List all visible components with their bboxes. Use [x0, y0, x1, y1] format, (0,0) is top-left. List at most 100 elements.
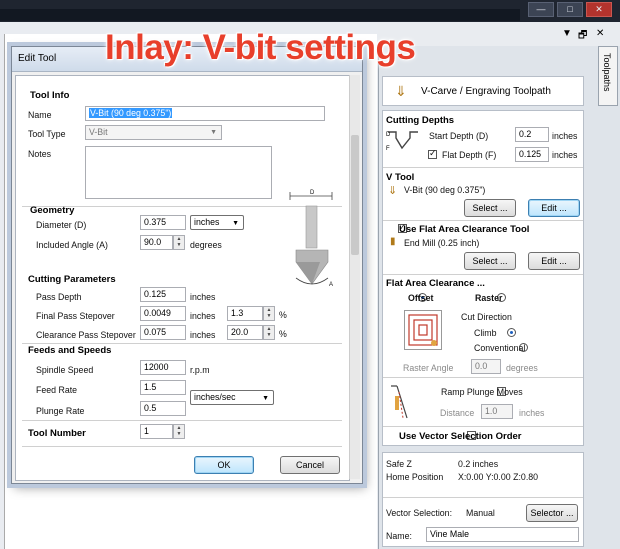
- close-icon[interactable]: ✕: [586, 2, 612, 17]
- notes-textarea[interactable]: [85, 146, 272, 199]
- conventional-label: Conventional: [474, 343, 526, 353]
- notes-label: Notes: [28, 149, 51, 159]
- diagram-d-label: D: [310, 190, 315, 196]
- angle-units: degrees: [190, 240, 222, 250]
- dialog-title: Edit Tool: [18, 53, 57, 64]
- dialog-body: Tool Info Name V-Bit (90 deg 0.375") Too…: [15, 75, 350, 481]
- safe-z-label: Safe Z: [386, 459, 412, 469]
- angle-spinner[interactable]: ▲ ▼: [173, 235, 185, 250]
- svg-text:F: F: [386, 146, 390, 152]
- ramp-distance-input[interactable]: 1.0: [481, 404, 513, 419]
- final-pass-stepover-input[interactable]: 0.0049: [140, 306, 186, 321]
- depth-diagram-icon: D F: [386, 131, 418, 152]
- chevron-down-icon: ▼: [232, 220, 239, 227]
- spindle-speed-input[interactable]: 12000: [140, 360, 186, 375]
- tool-name-value: V-Bit (90 deg 0.375"): [89, 108, 173, 118]
- final-pass-percent-input[interactable]: 1.3: [227, 306, 263, 321]
- diagram-a-label: A: [329, 282, 334, 288]
- pass-depth-input[interactable]: 0.125: [140, 287, 186, 302]
- vector-order-label: Use Vector Selection Order: [399, 431, 522, 442]
- raster-angle-label: Raster Angle: [403, 363, 454, 373]
- vtool-edit-button[interactable]: Edit ...: [528, 199, 580, 217]
- flat-depth-checkbox[interactable]: [428, 148, 437, 159]
- tool-type-select[interactable]: V-Bit ▼: [85, 125, 222, 140]
- maximize-icon[interactable]: □: [557, 2, 583, 17]
- tool-type-label: Tool Type: [28, 129, 66, 139]
- included-angle-label: Included Angle (A): [36, 240, 108, 250]
- diameter-input[interactable]: 0.375: [140, 215, 186, 230]
- vtool-heading: V Tool: [386, 172, 415, 183]
- ramp-diagram-icon: [391, 385, 408, 419]
- flat-area-tool-heading: Use Flat Area Clearance Tool: [399, 224, 530, 235]
- start-depth-input[interactable]: 0.2: [515, 127, 549, 142]
- clearance-stepover-label: Clearance Pass Stepover: [36, 330, 136, 340]
- safe-z-value: 0.2 inches: [458, 459, 499, 469]
- ramp-label: Ramp Plunge Moves: [441, 387, 523, 397]
- flat-depth-input[interactable]: 0.125: [515, 147, 549, 162]
- chevron-down-icon: ▼: [262, 395, 269, 402]
- clearance-units: inches: [190, 330, 216, 340]
- edit-tool-dialog: Edit Tool Tool Info Name V-Bit (90 deg 0…: [11, 46, 363, 484]
- clearance-percent-input[interactable]: 20.0: [227, 325, 263, 340]
- plunge-rate-label: Plunge Rate: [36, 406, 85, 416]
- climb-label: Climb: [474, 328, 497, 338]
- vector-selection-label: Vector Selection:: [386, 508, 453, 518]
- panel-float-icon[interactable]: 🗗: [578, 28, 587, 45]
- raster-angle-units: degrees: [506, 363, 538, 373]
- cut-direction-label: Cut Direction: [461, 312, 512, 322]
- plunge-rate-input[interactable]: 0.5: [140, 401, 186, 416]
- raster-angle-input[interactable]: 0.0: [471, 359, 501, 374]
- flat-tool-select-button[interactable]: Select ...: [464, 252, 516, 270]
- clearance-percent-symbol: %: [279, 329, 287, 339]
- toolpath-title-card: ⇓ V-Carve / Engraving Toolpath: [382, 76, 584, 106]
- app-title-bar: — □ ✕: [0, 0, 620, 22]
- diameter-units-select[interactable]: inches ▼: [190, 215, 244, 230]
- spindle-speed-label: Spindle Speed: [36, 365, 94, 375]
- toolpath-name-label: Name:: [386, 531, 412, 541]
- clearance-stepover-input[interactable]: 0.075: [140, 325, 186, 340]
- rate-units-select[interactable]: inches/sec ▼: [190, 390, 274, 405]
- final-pass-spinner[interactable]: ▲ ▼: [263, 306, 275, 321]
- clearance-spinner[interactable]: ▲ ▼: [263, 325, 275, 340]
- tool-type-value: V-Bit: [89, 127, 108, 137]
- panel-close-icon[interactable]: ✕: [596, 28, 604, 39]
- scrollbar-thumb[interactable]: [351, 135, 359, 255]
- end-mill-icon: ▮: [390, 236, 396, 247]
- tool-number-spinner[interactable]: ▲ ▼: [173, 424, 185, 439]
- tool-name-label: Name: [28, 110, 52, 120]
- climb-radio[interactable]: [507, 328, 517, 337]
- svg-text:D: D: [386, 132, 391, 138]
- vcarve-icon: ⇓: [395, 83, 407, 99]
- rate-units-value: inches/sec: [194, 392, 236, 402]
- home-position-value: X:0.00 Y:0.00 Z:0.80: [458, 472, 539, 482]
- cutting-parameters-heading: Cutting Parameters: [28, 274, 116, 285]
- feeds-speeds-heading: Feeds and Speeds: [28, 345, 112, 356]
- cancel-button[interactable]: Cancel: [280, 456, 340, 474]
- panel-menu-icon[interactable]: ▼: [562, 28, 572, 39]
- dialog-scrollbar[interactable]: [349, 75, 360, 479]
- flat-area-tool-name: End Mill (0.25 inch): [404, 238, 480, 248]
- toolpath-name-input[interactable]: Vine Male: [426, 527, 579, 542]
- tool-name-input[interactable]: V-Bit (90 deg 0.375"): [85, 106, 325, 121]
- vtool-name: V-Bit (90 deg 0.375"): [404, 185, 486, 195]
- diameter-units-value: inches: [194, 217, 220, 227]
- pass-depth-label: Pass Depth: [36, 292, 82, 302]
- minimize-icon[interactable]: —: [528, 2, 554, 17]
- ok-button[interactable]: OK: [194, 456, 254, 474]
- tool-number-input[interactable]: 1: [140, 424, 173, 439]
- tool-info-heading: Tool Info: [30, 90, 70, 101]
- selector-button[interactable]: Selector ...: [526, 504, 578, 522]
- home-position-label: Home Position: [386, 472, 444, 482]
- feed-rate-input[interactable]: 1.5: [140, 380, 186, 395]
- toolpaths-tab[interactable]: Toolpaths: [598, 46, 618, 106]
- ramp-distance-units: inches: [519, 408, 545, 418]
- flat-tool-edit-button[interactable]: Edit ...: [528, 252, 580, 270]
- flat-depth-units: inches: [552, 150, 578, 160]
- overlay-caption: Inlay: V-bit settings: [105, 28, 416, 67]
- final-pass-units: inches: [190, 311, 216, 321]
- vector-selection-value: Manual: [466, 508, 495, 518]
- cutting-depths-heading: Cutting Depths: [386, 115, 455, 126]
- tool-number-label: Tool Number: [28, 428, 86, 439]
- included-angle-input[interactable]: 90.0: [140, 235, 173, 250]
- vtool-select-button[interactable]: Select ...: [464, 199, 516, 217]
